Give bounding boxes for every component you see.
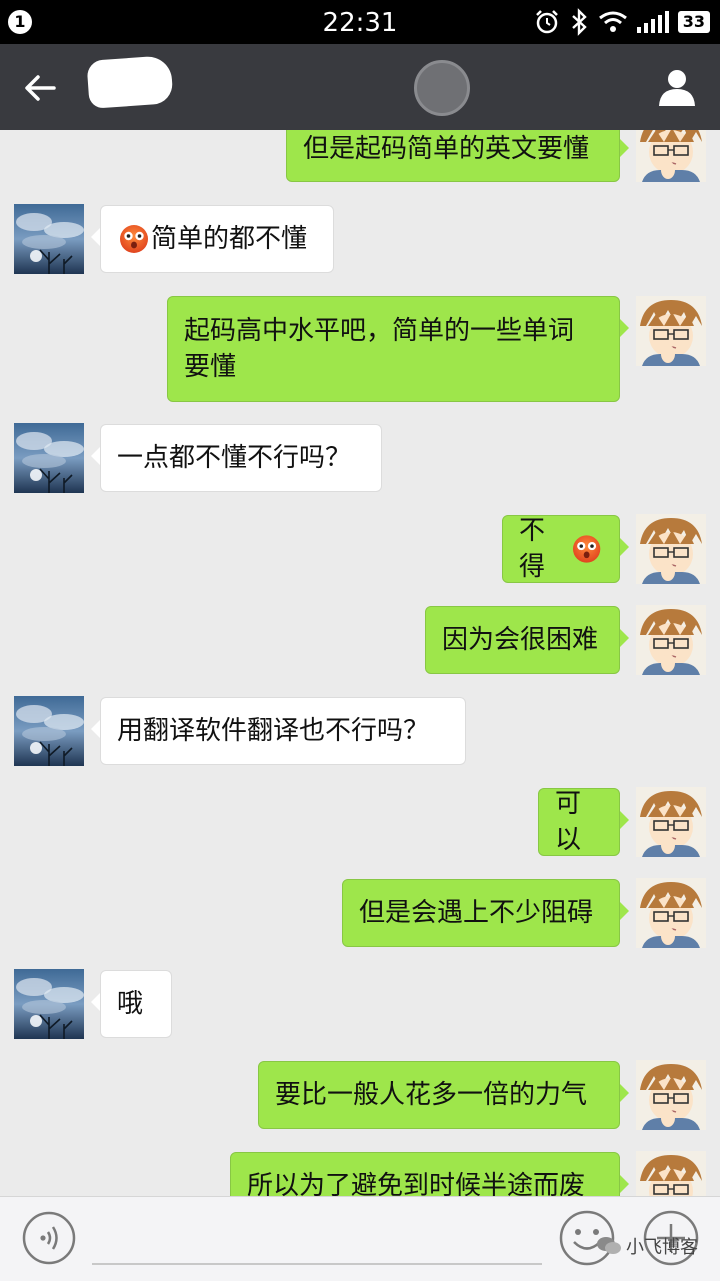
message-bubble[interactable]: 简单的都不懂: [91, 205, 334, 273]
message-text: 不得: [519, 516, 546, 582]
status-bar: 1 22:31 33: [0, 0, 720, 44]
wechat-logo-icon: [597, 1237, 621, 1254]
message-input[interactable]: [92, 1263, 542, 1265]
watermark-text: 小飞博客: [626, 1237, 698, 1258]
my-avatar[interactable]: [636, 787, 706, 857]
profile-icon[interactable]: [656, 66, 698, 108]
shocked-face-emoji: [572, 534, 601, 564]
status-icons: 33: [534, 8, 710, 36]
alarm-icon: [535, 10, 558, 34]
signal-icon: [636, 11, 669, 33]
message-bubble[interactable]: 起码高中水平吧，简单的一些单词 要懂: [167, 296, 629, 402]
chat-title: [86, 55, 174, 109]
message-bubble[interactable]: 不得: [502, 515, 629, 583]
voice-icon[interactable]: [22, 1211, 76, 1265]
message-text: 用翻译软件翻译也不行吗？: [117, 716, 430, 746]
watermark: 小飞博客: [596, 1233, 698, 1259]
battery-level: 33: [677, 11, 710, 33]
message-bubble[interactable]: 因为会很困难: [425, 606, 629, 674]
shocked-face-emoji: [119, 224, 149, 254]
my-avatar[interactable]: [636, 878, 706, 948]
back-arrow-icon[interactable]: [18, 66, 62, 110]
bluetooth-icon: [571, 8, 587, 36]
floating-dot[interactable]: [414, 60, 470, 116]
contact-avatar[interactable]: [14, 696, 84, 766]
contact-avatar[interactable]: [14, 969, 84, 1039]
message-text: 但是会遇上不少阻碍: [359, 898, 594, 928]
chat-header: [0, 44, 720, 130]
message-bubble[interactable]: 要比一般人花多一倍的力气: [258, 1061, 629, 1129]
my-avatar[interactable]: [636, 514, 706, 584]
my-avatar[interactable]: [636, 1151, 706, 1196]
my-avatar[interactable]: [636, 1060, 706, 1130]
message-text: 因为会很困难: [442, 625, 599, 655]
message-text-line: 要懂: [184, 352, 237, 382]
my-avatar[interactable]: [636, 130, 706, 182]
input-bar: 小飞博客: [0, 1196, 720, 1281]
message-text: 一点都不懂不行吗？: [117, 443, 352, 473]
message-text: 但是起码简单的英文要懂: [303, 134, 590, 164]
message-text-line: 起码高中水平吧，简单的一些单词: [184, 316, 575, 346]
message-text: 要比一般人花多一倍的力气: [275, 1080, 588, 1110]
message-text: 所以为了避免到时候半途而废: [247, 1171, 586, 1196]
message-text: 可以: [555, 789, 582, 855]
contact-avatar[interactable]: [14, 423, 84, 493]
message-bubble[interactable]: 一点都不懂不行吗？: [91, 424, 382, 492]
message-text: 简单的都不懂: [151, 224, 308, 254]
message-bubble[interactable]: 但是会遇上不少阻碍: [342, 879, 629, 947]
wifi-icon: [598, 11, 627, 32]
message-bubble[interactable]: 哦: [91, 970, 172, 1038]
message-bubble[interactable]: 所以为了避免到时候半途而废: [230, 1152, 629, 1196]
my-avatar[interactable]: [636, 296, 706, 366]
message-text: 哦: [117, 989, 144, 1019]
my-avatar[interactable]: [636, 605, 706, 675]
message-bubble[interactable]: 用翻译软件翻译也不行吗？: [91, 697, 466, 765]
contact-avatar[interactable]: [14, 204, 84, 274]
message-bubble[interactable]: 但是起码简单的英文要懂: [286, 130, 629, 182]
message-list[interactable]: 但是起码简单的英文要懂 简单的都不懂 起码高中水平吧，简单的一些单词 要懂 一点…: [0, 130, 720, 1196]
message-bubble[interactable]: 可以: [538, 788, 629, 856]
